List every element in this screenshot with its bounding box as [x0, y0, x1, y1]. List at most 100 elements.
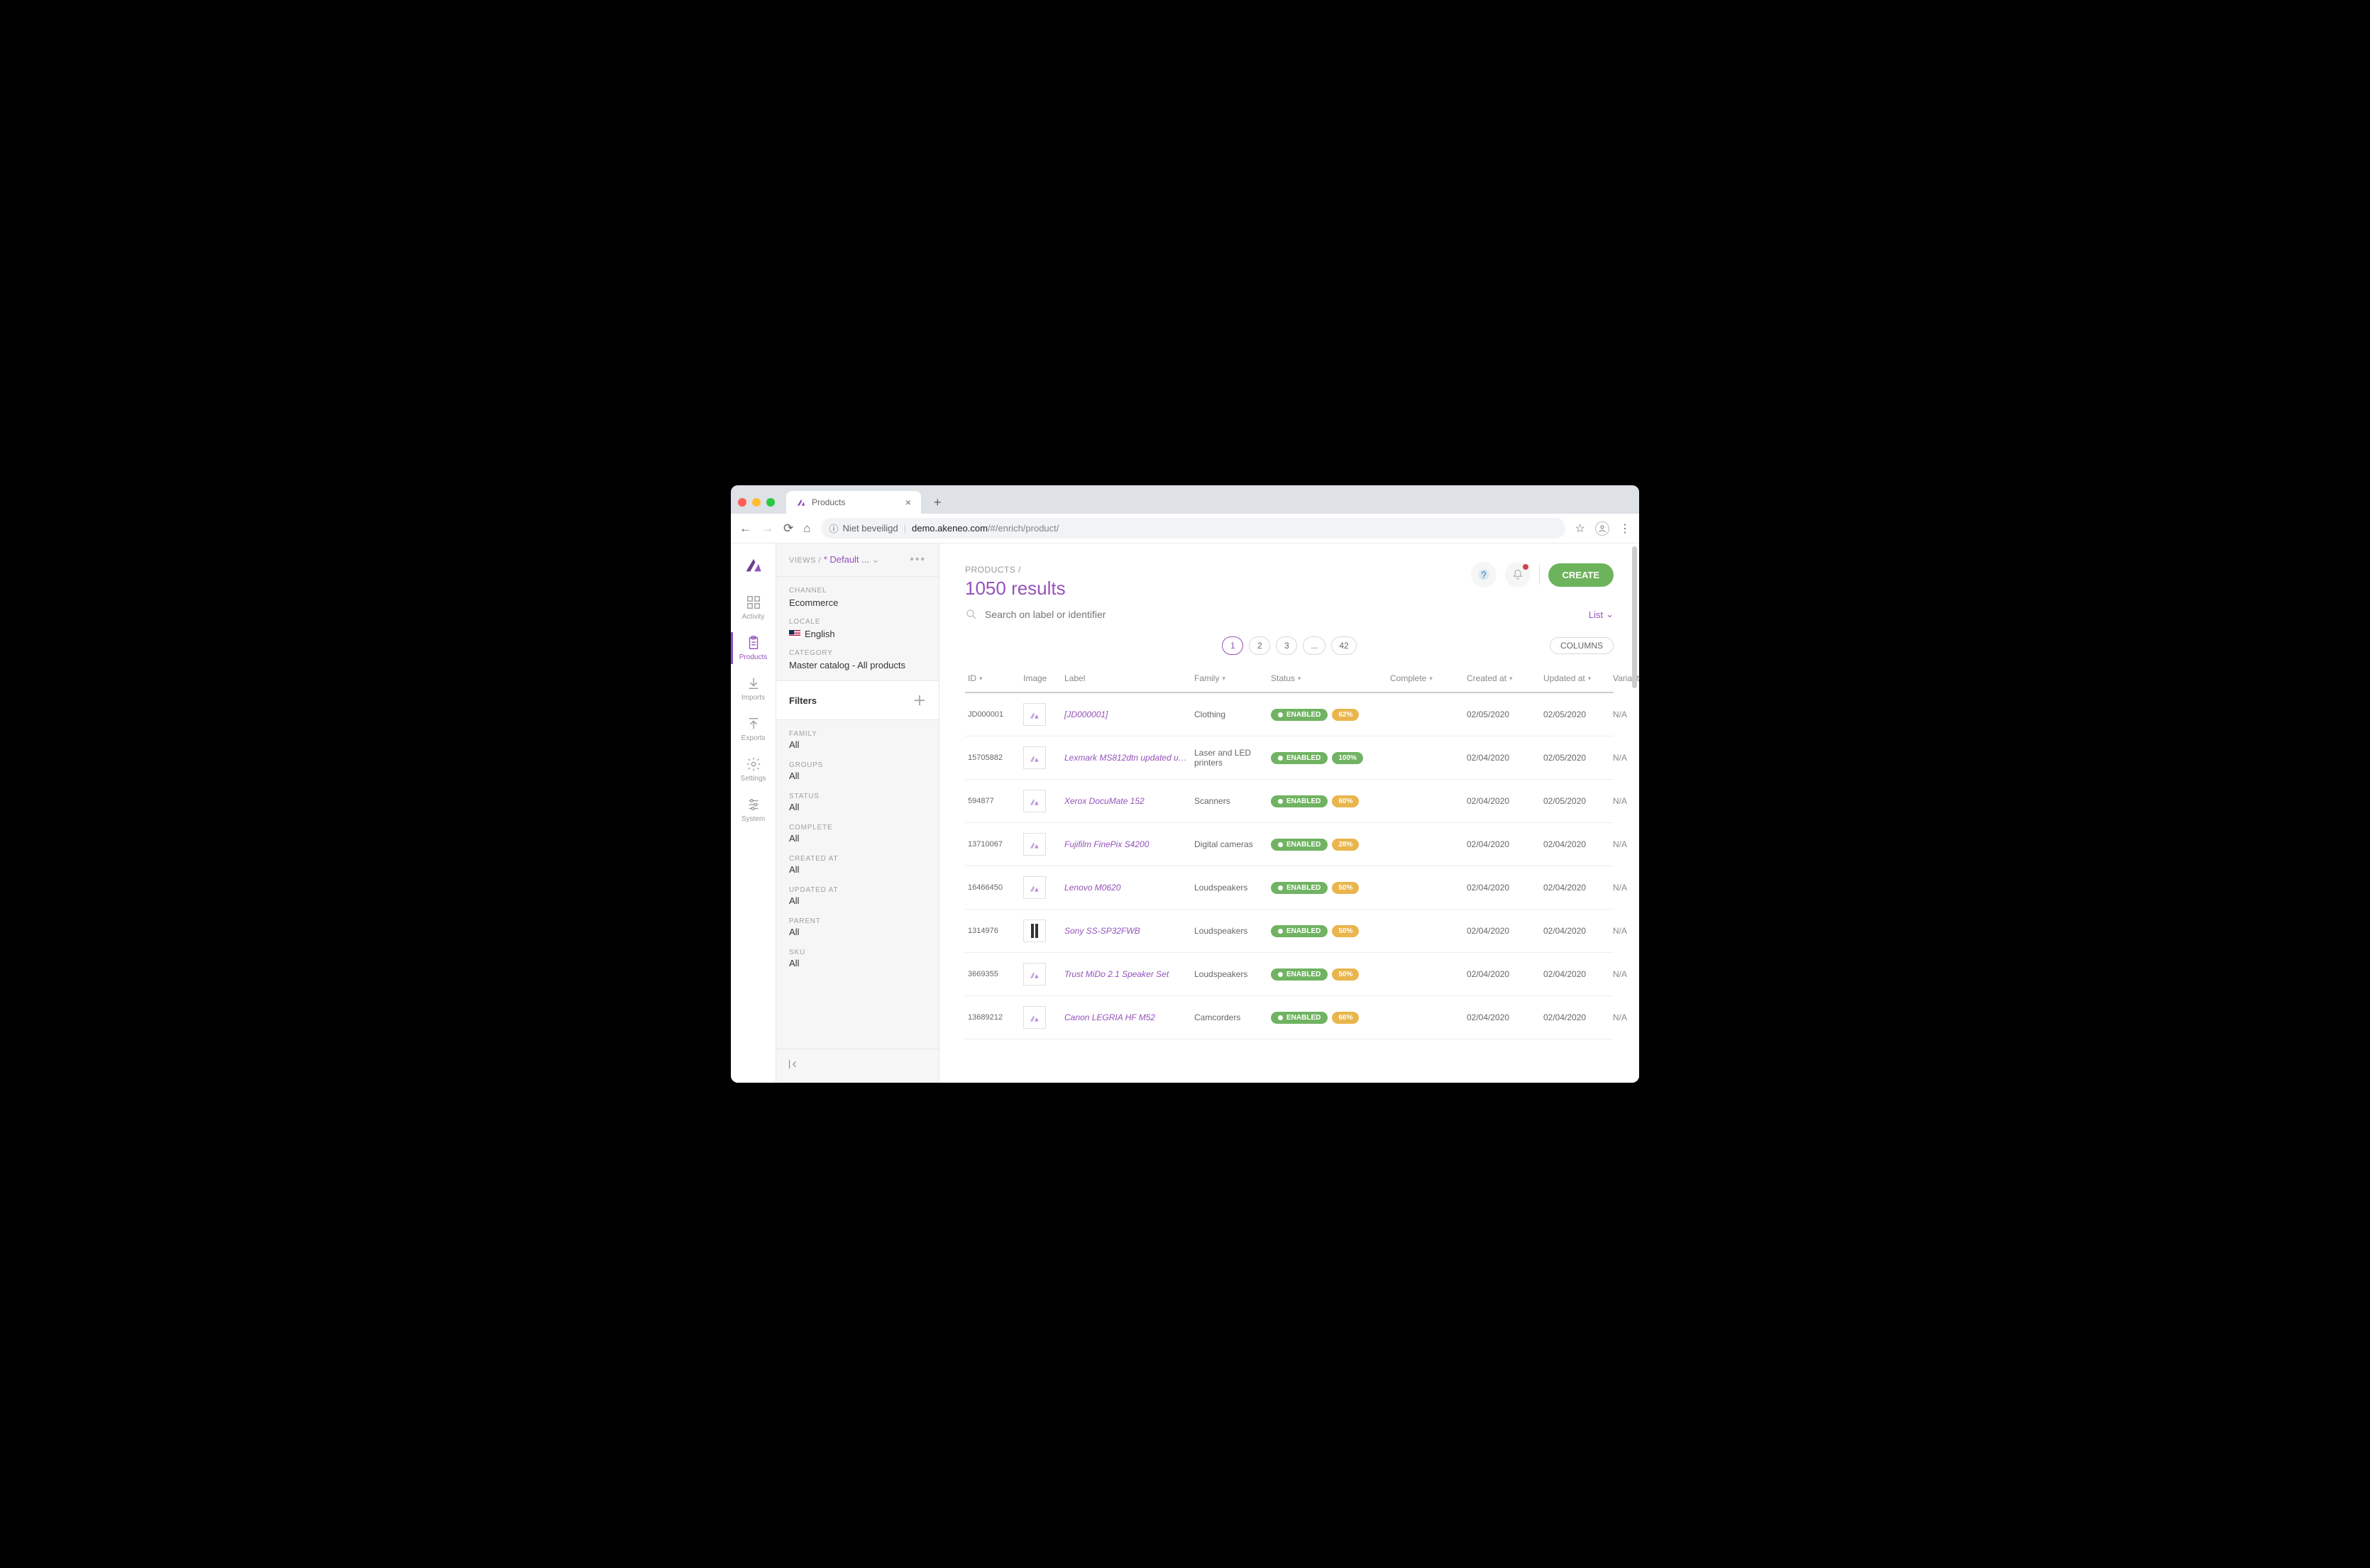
cell-status: ENABLED50% — [1271, 882, 1384, 894]
page-...[interactable]: ... — [1303, 636, 1325, 655]
locale-value: English — [805, 629, 835, 639]
cell-label[interactable]: [JD000001] — [1064, 710, 1189, 719]
filter-updated-at[interactable]: UPDATED ATAll — [789, 886, 926, 906]
table-row[interactable]: 13710067Fujifilm FinePix S4200Digital ca… — [965, 823, 1614, 866]
filter-created-at[interactable]: CREATED ATAll — [789, 855, 926, 875]
filter-sku[interactable]: SKUAll — [789, 949, 926, 968]
col-id[interactable]: ID▾ — [968, 673, 1018, 683]
table-row[interactable]: 16466450Lenovo M0620LoudspeakersENABLED5… — [965, 866, 1614, 910]
table-row[interactable]: 15705882Lexmark MS812dtn updated up...La… — [965, 736, 1614, 780]
cell-id: 16466450 — [968, 883, 1018, 892]
cell-label[interactable]: Xerox DocuMate 152 — [1064, 796, 1189, 806]
category-selector[interactable]: CATEGORY Master catalog - All products — [789, 649, 926, 670]
filter-parent[interactable]: PARENTAll — [789, 917, 926, 937]
nav-imports[interactable]: Imports — [731, 668, 776, 709]
cell-label[interactable]: Fujifilm FinePix S4200 — [1064, 839, 1189, 849]
nav-exports[interactable]: Exports — [731, 709, 776, 749]
filter-family[interactable]: FAMILYAll — [789, 730, 926, 750]
sort-caret-icon: ▾ — [1298, 675, 1301, 683]
status-badge: ENABLED — [1271, 795, 1328, 807]
views-more-icon[interactable]: ••• — [910, 553, 926, 566]
forward-button[interactable]: → — [761, 521, 773, 536]
sort-caret-icon: ▾ — [1588, 675, 1592, 683]
home-button[interactable]: ⌂ — [803, 521, 810, 536]
table-row[interactable]: 1314976Sony SS-SP32FWBLoudspeakersENABLE… — [965, 910, 1614, 953]
filter-label: PARENT — [789, 917, 926, 925]
cell-thumbnail — [1023, 746, 1046, 769]
table-row[interactable]: JD000001[JD000001]ClothingENABLED62%02/0… — [965, 693, 1614, 736]
back-button[interactable]: ← — [739, 521, 751, 536]
cell-variant: N/A — [1613, 1012, 1639, 1022]
table-row[interactable]: 3669355Trust MiDo 2.1 Speaker SetLoudspe… — [965, 953, 1614, 996]
channel-selector[interactable]: CHANNEL Ecommerce — [789, 587, 926, 608]
cell-created: 02/04/2020 — [1467, 839, 1538, 849]
create-button[interactable]: CREATE — [1548, 563, 1614, 587]
filter-status[interactable]: STATUSAll — [789, 793, 926, 812]
notifications-button[interactable] — [1505, 562, 1531, 587]
col-updated[interactable]: Updated at▾ — [1543, 673, 1607, 683]
nav-products[interactable]: Products — [731, 628, 776, 668]
cell-id: JD000001 — [968, 710, 1018, 719]
cell-variant: N/A — [1613, 969, 1639, 979]
filter-value: All — [789, 771, 926, 781]
col-label[interactable]: Label — [1064, 673, 1189, 683]
cell-id: 1314976 — [968, 927, 1018, 935]
columns-button[interactable]: COLUMNS — [1550, 637, 1614, 654]
col-complete[interactable]: Complete▾ — [1390, 673, 1461, 683]
page-42[interactable]: 42 — [1331, 636, 1356, 655]
minimize-window-icon[interactable] — [752, 498, 761, 507]
security-label: Niet beveiligd — [843, 523, 898, 534]
cell-label[interactable]: Lexmark MS812dtn updated up... — [1064, 753, 1189, 763]
profile-avatar-icon[interactable] — [1595, 521, 1609, 536]
close-tab-icon[interactable]: × — [905, 497, 911, 508]
cell-thumbnail — [1023, 963, 1046, 985]
add-filter-icon[interactable]: ＋ — [913, 691, 926, 710]
products-table: ID▾ Image Label Family▾ Status▾ Complete… — [939, 665, 1639, 1039]
col-status[interactable]: Status▾ — [1271, 673, 1384, 683]
cell-family: Loudspeakers — [1194, 969, 1265, 979]
completeness-badge: 100% — [1332, 752, 1363, 764]
filter-groups[interactable]: GROUPSAll — [789, 761, 926, 781]
nav-system[interactable]: System — [731, 790, 776, 830]
dashboard-icon — [746, 595, 761, 610]
cell-label[interactable]: Canon LEGRIA HF M52 — [1064, 1012, 1189, 1022]
page-2[interactable]: 2 — [1249, 636, 1270, 655]
close-window-icon[interactable] — [738, 498, 746, 507]
cell-status: ENABLED62% — [1271, 709, 1384, 721]
nav-settings[interactable]: Settings — [731, 749, 776, 790]
help-button[interactable] — [1471, 562, 1497, 587]
sliders-icon — [746, 797, 761, 812]
cell-created: 02/04/2020 — [1467, 883, 1538, 893]
views-selector[interactable]: VIEWS / * Default ... ⌄ ••• — [776, 543, 939, 577]
table-row[interactable]: 594877Xerox DocuMate 152ScannersENABLED6… — [965, 780, 1614, 823]
maximize-window-icon[interactable] — [766, 498, 775, 507]
page-1[interactable]: 1 — [1222, 636, 1243, 655]
scrollbar[interactable] — [1632, 546, 1637, 688]
window-controls — [738, 498, 775, 507]
cell-label[interactable]: Lenovo M0620 — [1064, 883, 1189, 893]
view-mode-toggle[interactable]: List ⌄ — [1589, 609, 1614, 620]
cell-label[interactable]: Trust MiDo 2.1 Speaker Set — [1064, 969, 1189, 979]
cell-updated: 02/04/2020 — [1543, 926, 1607, 936]
nav-activity[interactable]: Activity — [731, 587, 776, 628]
bookmark-icon[interactable]: ☆ — [1575, 521, 1585, 536]
page-3[interactable]: 3 — [1276, 636, 1297, 655]
browser-window: Products × + ← → ⟳ ⌂ ⓘ Niet beveiligd | … — [731, 485, 1639, 1083]
browser-tab[interactable]: Products × — [786, 491, 921, 514]
cell-family: Loudspeakers — [1194, 926, 1265, 936]
new-tab-button[interactable]: + — [928, 492, 947, 513]
locale-selector[interactable]: LOCALE English — [789, 618, 926, 639]
filter-complete[interactable]: COMPLETEAll — [789, 824, 926, 844]
table-row[interactable]: 13689212Canon LEGRIA HF M52CamcordersENA… — [965, 996, 1614, 1039]
reload-button[interactable]: ⟳ — [783, 521, 793, 536]
filter-label: CREATED AT — [789, 855, 926, 863]
col-family[interactable]: Family▾ — [1194, 673, 1265, 683]
search-input[interactable] — [985, 609, 1198, 620]
cell-label[interactable]: Sony SS-SP32FWB — [1064, 926, 1189, 936]
help-icon — [1477, 568, 1491, 582]
address-bar[interactable]: ⓘ Niet beveiligd | demo.akeneo.com/#/enr… — [821, 518, 1565, 539]
collapse-panel-button[interactable] — [776, 1049, 939, 1083]
browser-menu-icon[interactable]: ⋮ — [1619, 521, 1631, 536]
col-created[interactable]: Created at▾ — [1467, 673, 1538, 683]
filter-label: STATUS — [789, 793, 926, 800]
